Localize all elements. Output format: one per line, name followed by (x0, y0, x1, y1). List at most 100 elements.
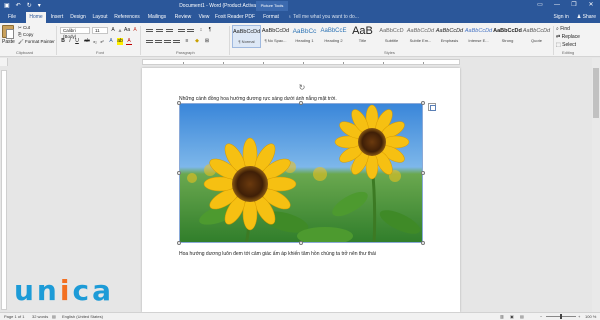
tab-format[interactable]: Format (258, 12, 284, 23)
style-title[interactable]: AaB Title (348, 25, 377, 48)
page-count[interactable]: Page 1 of 1 (4, 314, 24, 319)
close-button[interactable]: ✕ (584, 1, 598, 10)
resize-handle[interactable] (421, 241, 425, 245)
justify-icon[interactable] (173, 39, 180, 45)
tab-home[interactable]: Home (26, 12, 46, 23)
replace-button[interactable]: ⇄ Replace (556, 34, 580, 40)
document-paragraph[interactable]: Hoa hướng dương luôn đem tới cảm giác ấm… (179, 251, 376, 257)
find-button[interactable]: ⌕ Find (556, 26, 570, 32)
document-paragraph[interactable]: Những cánh đồng hoa hướng dương rực sáng… (179, 96, 337, 102)
tab-mailings[interactable]: Mailings (144, 12, 170, 23)
resize-handle[interactable] (421, 101, 425, 105)
tab-insert[interactable]: Insert (48, 12, 66, 23)
style-heading-2[interactable]: AaBbCcE Heading 2 (319, 25, 348, 48)
resize-handle[interactable] (177, 171, 181, 175)
numbering-icon[interactable] (156, 28, 163, 34)
resize-handle[interactable] (299, 101, 303, 105)
undo-icon[interactable]: ↶ (16, 2, 21, 10)
borders-icon[interactable]: ⊞ (204, 38, 210, 45)
tab-file[interactable]: File (2, 12, 22, 23)
style-strong[interactable]: AaBbCcDd Strong (493, 25, 522, 48)
zoom-in-icon[interactable]: + (578, 314, 580, 319)
copy-button[interactable]: ⎘ Copy (18, 32, 33, 37)
format-painter-button[interactable]: 🖌 Format Painter (18, 39, 55, 45)
word-count[interactable]: 32 words (32, 314, 48, 319)
line-spacing-icon[interactable]: ≡ (184, 38, 190, 45)
resize-handle[interactable] (177, 241, 181, 245)
share-button[interactable]: ♟ Share (577, 12, 596, 23)
sort-icon[interactable]: ↕ (198, 27, 204, 34)
tab-view[interactable]: View (196, 12, 212, 23)
resize-handle[interactable] (421, 171, 425, 175)
print-layout-icon[interactable]: ▣ (510, 314, 514, 319)
change-case-icon[interactable]: Aa (124, 27, 130, 34)
font-color-icon[interactable]: A (126, 38, 132, 45)
cut-button[interactable]: ✂ Cut (18, 25, 30, 31)
ruler-corner (0, 58, 8, 66)
ribbon-display-icon[interactable]: ▭ (533, 1, 547, 10)
style-quote[interactable]: AaBbCcDd Quote (522, 25, 551, 48)
align-left-icon[interactable] (146, 39, 153, 45)
superscript-button[interactable]: x² (99, 38, 105, 45)
language-indicator[interactable]: English (United States) (62, 314, 103, 319)
multilevel-list-icon[interactable] (166, 28, 173, 34)
resize-handle[interactable] (177, 101, 181, 105)
maximize-button[interactable]: ❐ (567, 1, 581, 10)
tell-me-search[interactable]: ♁ Tell me what you want to do... (288, 12, 359, 23)
style-normal[interactable]: AaBbCcDd ¶ Normal (232, 25, 261, 48)
web-layout-icon[interactable]: ▤ (520, 314, 524, 319)
save-icon[interactable]: ▣ (4, 2, 10, 10)
highlight-color-icon[interactable]: ab (117, 38, 123, 45)
font-name-select[interactable]: Calibri (Body) (60, 27, 90, 39)
sunflower-image[interactable] (179, 103, 423, 243)
redo-icon[interactable]: ↻ (27, 2, 32, 10)
style-heading-1[interactable]: AaBbCc Heading 1 (290, 25, 319, 48)
style-subtitle[interactable]: AaBbCcD Subtitle (377, 25, 406, 48)
zoom-level[interactable]: 100 % (585, 314, 596, 319)
layout-options-icon[interactable] (428, 103, 436, 111)
bold-button[interactable]: B (60, 38, 66, 45)
tab-foxit-reader-pdf[interactable]: Foxit Reader PDF (214, 12, 256, 23)
proofing-icon[interactable]: ▤ (52, 314, 56, 319)
tab-review[interactable]: Review (172, 12, 194, 23)
zoom-out-icon[interactable]: − (540, 314, 542, 319)
scrollbar-thumb[interactable] (593, 68, 599, 118)
shading-icon[interactable]: ◆ (194, 38, 200, 45)
clipboard-paste-icon[interactable] (2, 25, 14, 39)
customize-toolbar-icon[interactable]: ▾ (38, 2, 41, 10)
zoom-slider-knob[interactable] (560, 314, 562, 319)
status-bar: Page 1 of 1 32 words ▤ English (United S… (0, 312, 600, 320)
tab-design[interactable]: Design (68, 12, 88, 23)
underline-button[interactable]: U (74, 38, 80, 45)
ruler-tick (343, 62, 344, 64)
rotate-icon[interactable]: ↻ (298, 84, 306, 92)
tab-layout[interactable]: Layout (90, 12, 110, 23)
minimize-button[interactable]: — (550, 1, 564, 10)
align-center-icon[interactable] (155, 39, 162, 45)
show-formatting-marks-icon[interactable]: ¶ (207, 27, 213, 34)
strikethrough-button[interactable]: ab (84, 38, 90, 45)
subscript-button[interactable]: x₂ (92, 38, 98, 45)
italic-button[interactable]: I (67, 38, 73, 45)
sign-in-link[interactable]: Sign in (553, 12, 568, 23)
shrink-font-icon[interactable]: A (117, 27, 123, 34)
select-button[interactable]: ⬚ Select (556, 42, 576, 48)
tab-references[interactable]: References (112, 12, 142, 23)
vertical-ruler[interactable] (1, 70, 7, 310)
bullets-icon[interactable] (146, 28, 153, 34)
style-no-spacing[interactable]: AaBbCcDd ¶ No Spac... (261, 25, 290, 48)
decrease-indent-icon[interactable] (178, 28, 185, 34)
grow-font-icon[interactable]: A (110, 27, 116, 34)
read-mode-icon[interactable]: ▥ (500, 314, 504, 319)
resize-handle[interactable] (299, 241, 303, 245)
style-intense-emphasis[interactable]: AaBbCcDd Intense E... (464, 25, 493, 48)
text-effects-icon[interactable]: A (108, 38, 114, 45)
style-emphasis[interactable]: AaBbCcDd Emphasis (435, 25, 464, 48)
clear-formatting-icon[interactable]: A (132, 27, 138, 34)
align-right-icon[interactable] (164, 39, 171, 45)
paste-button[interactable]: Paste (2, 39, 15, 45)
horizontal-ruler[interactable] (142, 59, 460, 65)
font-size-select[interactable]: 11 (92, 27, 108, 34)
style-subtle-emphasis[interactable]: AaBbCcDd Subtle Em... (406, 25, 435, 48)
increase-indent-icon[interactable] (187, 28, 194, 34)
